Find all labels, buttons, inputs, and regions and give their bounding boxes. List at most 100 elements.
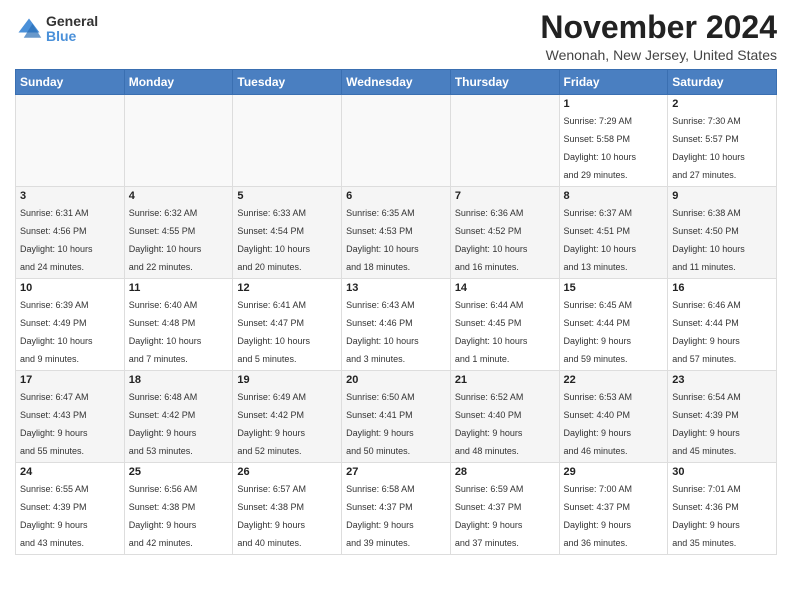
day-number: 12 [237, 282, 337, 294]
day-info: Sunrise: 6:52 AM Sunset: 4:40 PM Dayligh… [455, 392, 524, 456]
day-info: Sunrise: 6:35 AM Sunset: 4:53 PM Dayligh… [346, 208, 419, 272]
day-info: Sunrise: 6:47 AM Sunset: 4:43 PM Dayligh… [20, 392, 89, 456]
day-info: Sunrise: 6:57 AM Sunset: 4:38 PM Dayligh… [237, 484, 306, 548]
day-number: 23 [672, 374, 772, 386]
day-number: 7 [455, 190, 555, 202]
day-info: Sunrise: 6:33 AM Sunset: 4:54 PM Dayligh… [237, 208, 310, 272]
calendar-cell: 19Sunrise: 6:49 AM Sunset: 4:42 PM Dayli… [233, 371, 342, 463]
calendar-cell: 16 Sunrise: 6:46 AM Sunset: 4:44 PM Dayli… [668, 279, 777, 371]
col-header-sunday: Sunday [16, 70, 125, 95]
day-info: Sunrise: 6:48 AM Sunset: 4:42 PM Dayligh… [129, 392, 198, 456]
day-number: 4 [129, 190, 229, 202]
day-number: 8 [564, 190, 664, 202]
day-number: 30 [672, 466, 772, 478]
day-info: Sunrise: 6:50 AM Sunset: 4:41 PM Dayligh… [346, 392, 415, 456]
day-number: 6 [346, 190, 446, 202]
calendar-week-1: 1Sunrise: 7:29 AM Sunset: 5:58 PM Daylig… [16, 95, 777, 187]
calendar-cell: 8 Sunrise: 6:37 AM Sunset: 4:51 PM Daylig… [559, 187, 668, 279]
col-header-tuesday: Tuesday [233, 70, 342, 95]
calendar-cell: 10Sunrise: 6:39 AM Sunset: 4:49 PM Dayli… [16, 279, 125, 371]
calendar-cell: 26 Sunrise: 6:57 AM Sunset: 4:38 PM Dayli… [233, 463, 342, 555]
calendar-cell: 14Sunrise: 6:44 AM Sunset: 4:45 PM Dayli… [450, 279, 559, 371]
day-number: 1 [564, 98, 664, 110]
day-info: Sunrise: 6:53 AM Sunset: 4:40 PM Dayligh… [564, 392, 633, 456]
day-info: Sunrise: 7:01 AM Sunset: 4:36 PM Dayligh… [672, 484, 741, 548]
day-info: Sunrise: 7:30 AM Sunset: 5:57 PM Dayligh… [672, 116, 745, 180]
location: Wenonah, New Jersey, United States [540, 47, 777, 63]
calendar-week-5: 24 Sunrise: 6:55 AM Sunset: 4:39 PM Dayli… [16, 463, 777, 555]
header: General Blue November 2024 Wenonah, New … [15, 10, 777, 63]
calendar-cell: 13 Sunrise: 6:43 AM Sunset: 4:46 PM Dayli… [342, 279, 451, 371]
calendar-cell: 6 Sunrise: 6:35 AM Sunset: 4:53 PM Daylig… [342, 187, 451, 279]
calendar-cell: 30 Sunrise: 7:01 AM Sunset: 4:36 PM Dayli… [668, 463, 777, 555]
day-number: 18 [129, 374, 229, 386]
calendar-cell: 7 Sunrise: 6:36 AM Sunset: 4:52 PM Daylig… [450, 187, 559, 279]
day-info: Sunrise: 6:46 AM Sunset: 4:44 PM Dayligh… [672, 300, 741, 364]
title-section: November 2024 Wenonah, New Jersey, Unite… [540, 10, 777, 63]
calendar-week-4: 17 Sunrise: 6:47 AM Sunset: 4:43 PM Dayli… [16, 371, 777, 463]
calendar-cell: 11Sunrise: 6:40 AM Sunset: 4:48 PM Dayli… [124, 279, 233, 371]
day-info: Sunrise: 6:58 AM Sunset: 4:37 PM Dayligh… [346, 484, 415, 548]
calendar-cell: 12 Sunrise: 6:41 AM Sunset: 4:47 PM Dayli… [233, 279, 342, 371]
calendar-cell [124, 95, 233, 187]
col-header-wednesday: Wednesday [342, 70, 451, 95]
day-info: Sunrise: 6:37 AM Sunset: 4:51 PM Dayligh… [564, 208, 637, 272]
day-number: 21 [455, 374, 555, 386]
day-number: 27 [346, 466, 446, 478]
calendar-cell: 22 Sunrise: 6:53 AM Sunset: 4:40 PM Dayli… [559, 371, 668, 463]
day-info: Sunrise: 6:49 AM Sunset: 4:42 PM Dayligh… [237, 392, 306, 456]
calendar-week-3: 10Sunrise: 6:39 AM Sunset: 4:49 PM Dayli… [16, 279, 777, 371]
calendar-cell: 18 Sunrise: 6:48 AM Sunset: 4:42 PM Dayli… [124, 371, 233, 463]
day-number: 24 [20, 466, 120, 478]
calendar-cell: 23 Sunrise: 6:54 AM Sunset: 4:39 PM Dayli… [668, 371, 777, 463]
calendar-cell [450, 95, 559, 187]
day-info: Sunrise: 6:56 AM Sunset: 4:38 PM Dayligh… [129, 484, 198, 548]
day-info: Sunrise: 6:43 AM Sunset: 4:46 PM Dayligh… [346, 300, 419, 364]
month-title: November 2024 [540, 10, 777, 45]
day-info: Sunrise: 6:55 AM Sunset: 4:39 PM Dayligh… [20, 484, 89, 548]
calendar-cell: 15Sunrise: 6:45 AM Sunset: 4:44 PM Dayli… [559, 279, 668, 371]
calendar-cell: 20 Sunrise: 6:50 AM Sunset: 4:41 PM Dayli… [342, 371, 451, 463]
day-number: 11 [129, 282, 229, 294]
day-info: Sunrise: 6:39 AM Sunset: 4:49 PM Dayligh… [20, 300, 93, 364]
page: General Blue November 2024 Wenonah, New … [0, 0, 792, 612]
day-number: 15 [564, 282, 664, 294]
day-number: 26 [237, 466, 337, 478]
calendar-cell: 4Sunrise: 6:32 AM Sunset: 4:55 PM Daylig… [124, 187, 233, 279]
day-info: Sunrise: 6:31 AM Sunset: 4:56 PM Dayligh… [20, 208, 93, 272]
day-number: 5 [237, 190, 337, 202]
logo-icon [15, 15, 43, 43]
calendar-cell: 21 Sunrise: 6:52 AM Sunset: 4:40 PM Dayli… [450, 371, 559, 463]
calendar-cell [342, 95, 451, 187]
col-header-monday: Monday [124, 70, 233, 95]
calendar-cell: 9 Sunrise: 6:38 AM Sunset: 4:50 PM Daylig… [668, 187, 777, 279]
day-number: 28 [455, 466, 555, 478]
day-number: 29 [564, 466, 664, 478]
day-info: Sunrise: 7:00 AM Sunset: 4:37 PM Dayligh… [564, 484, 633, 548]
logo: General Blue [15, 14, 98, 45]
day-info: Sunrise: 6:54 AM Sunset: 4:39 PM Dayligh… [672, 392, 741, 456]
day-number: 17 [20, 374, 120, 386]
day-number: 16 [672, 282, 772, 294]
calendar-cell: 1Sunrise: 7:29 AM Sunset: 5:58 PM Daylig… [559, 95, 668, 187]
calendar-cell: 28 Sunrise: 6:59 AM Sunset: 4:37 PM Dayli… [450, 463, 559, 555]
calendar-cell [233, 95, 342, 187]
day-number: 9 [672, 190, 772, 202]
day-info: Sunrise: 6:44 AM Sunset: 4:45 PM Dayligh… [455, 300, 528, 364]
day-number: 13 [346, 282, 446, 294]
day-number: 22 [564, 374, 664, 386]
calendar-cell: 29 Sunrise: 7:00 AM Sunset: 4:37 PM Dayli… [559, 463, 668, 555]
calendar-cell: 5 Sunrise: 6:33 AM Sunset: 4:54 PM Daylig… [233, 187, 342, 279]
day-info: Sunrise: 6:41 AM Sunset: 4:47 PM Dayligh… [237, 300, 310, 364]
logo-general: General [46, 14, 98, 29]
day-info: Sunrise: 6:59 AM Sunset: 4:37 PM Dayligh… [455, 484, 524, 548]
calendar-cell [16, 95, 125, 187]
calendar-header-row: SundayMondayTuesdayWednesdayThursdayFrid… [16, 70, 777, 95]
calendar-cell: 25Sunrise: 6:56 AM Sunset: 4:38 PM Dayli… [124, 463, 233, 555]
day-info: Sunrise: 6:36 AM Sunset: 4:52 PM Dayligh… [455, 208, 528, 272]
calendar-cell: 17 Sunrise: 6:47 AM Sunset: 4:43 PM Dayli… [16, 371, 125, 463]
day-number: 20 [346, 374, 446, 386]
day-info: Sunrise: 6:38 AM Sunset: 4:50 PM Dayligh… [672, 208, 745, 272]
day-number: 2 [672, 98, 772, 110]
logo-blue: Blue [46, 29, 98, 44]
